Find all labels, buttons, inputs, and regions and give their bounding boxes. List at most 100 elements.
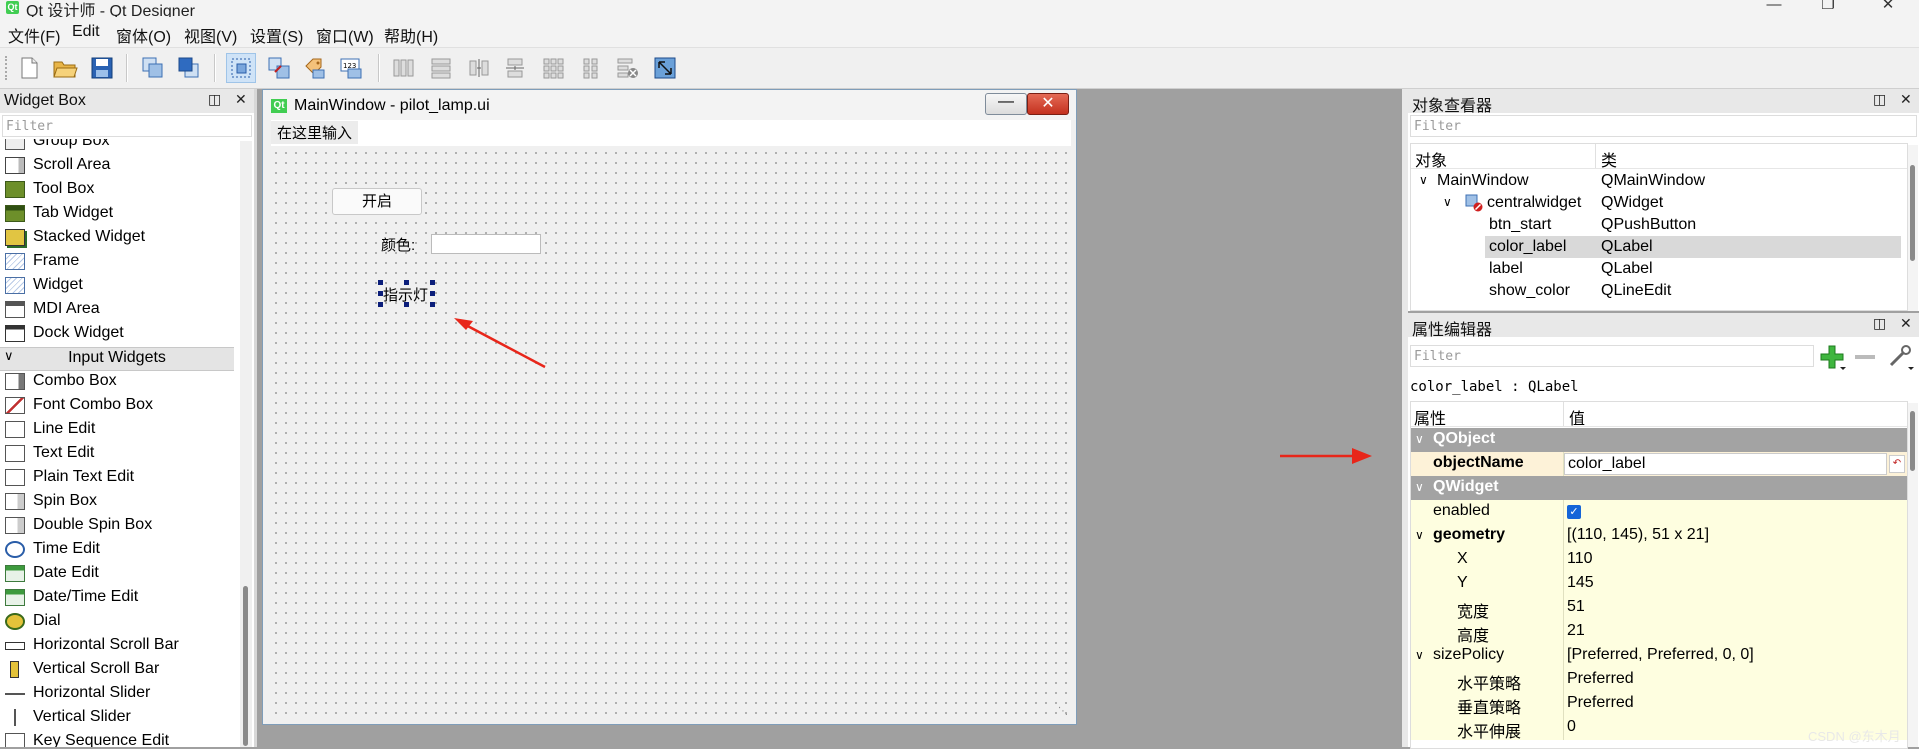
new-file-icon[interactable]	[14, 53, 44, 83]
object-tree-row[interactable]: show_color QLineEdit	[1411, 280, 1911, 302]
property-filter[interactable]: Filter	[1410, 345, 1814, 367]
layout-horizontal-splitter-icon[interactable]	[464, 53, 494, 83]
list-item[interactable]: Widget	[0, 274, 234, 298]
list-item[interactable]: Horizontal Slider	[0, 682, 234, 706]
widget-box-filter[interactable]: Filter	[2, 115, 252, 137]
property-subrow[interactable]: 水平策略 Preferred	[1411, 668, 1907, 693]
form-canvas[interactable]: 开启 颜色: 指示灯	[271, 148, 1071, 718]
color-label[interactable]: 颜色:	[381, 234, 415, 255]
property-row-enabled[interactable]: enabled ✓	[1411, 500, 1907, 524]
close-icon[interactable]: ✕	[1900, 91, 1912, 108]
column-header-value[interactable]: 值	[1569, 405, 1585, 429]
property-subrow[interactable]: 高度 21	[1411, 620, 1907, 645]
close-icon[interactable]: ✕	[235, 91, 247, 108]
list-item[interactable]: MDI Area	[0, 298, 234, 322]
resize-handle[interactable]	[404, 280, 409, 285]
property-value[interactable]: 110	[1567, 550, 1593, 568]
minimize-icon[interactable]: —	[985, 93, 1027, 115]
layout-vertical-icon[interactable]	[426, 53, 456, 83]
property-tree-scrollbar[interactable]	[1908, 403, 1918, 747]
object-tree-scrollbar[interactable]	[1908, 145, 1918, 311]
property-subrow[interactable]: 宽度 51	[1411, 596, 1907, 621]
list-item[interactable]: Time Edit	[0, 538, 234, 562]
resize-handle[interactable]	[378, 302, 383, 307]
list-item[interactable]: Tool Box	[0, 178, 234, 202]
layout-form-icon[interactable]	[576, 53, 606, 83]
collapse-arrow-icon[interactable]: ∨	[1419, 173, 1428, 187]
property-subrow[interactable]: Y 145	[1411, 572, 1907, 596]
column-header-object[interactable]: 对象	[1415, 147, 1447, 171]
list-item[interactable]: Text Edit	[0, 442, 234, 466]
close-icon[interactable]: ✕	[1900, 315, 1912, 332]
collapse-arrow-icon[interactable]: ∨	[1415, 432, 1424, 446]
scrollbar-thumb[interactable]	[1910, 165, 1915, 261]
menu-edit[interactable]: Edit	[72, 23, 100, 41]
size-grip-icon[interactable]: ⋱	[1058, 706, 1068, 717]
close-icon[interactable]: ✕	[1868, 0, 1908, 16]
list-item[interactable]: Scroll Area	[0, 154, 234, 178]
close-icon[interactable]: ✕	[1027, 93, 1069, 115]
widget-box-scrollbar[interactable]	[240, 141, 252, 747]
menu-settings[interactable]: 设置(S)	[250, 23, 303, 47]
menu-type-here[interactable]: 在这里输入	[271, 121, 359, 144]
list-item[interactable]: Stacked Widget	[0, 226, 234, 250]
list-item[interactable]: Plain Text Edit	[0, 466, 234, 490]
send-to-back-icon[interactable]	[138, 53, 168, 83]
dock-splitter[interactable]	[254, 89, 257, 747]
remove-dynamic-property-icon[interactable]	[1852, 343, 1880, 371]
start-button[interactable]: 开启	[332, 188, 422, 215]
property-group-qobject[interactable]: ∨ QObject	[1411, 428, 1907, 452]
list-item[interactable]: Dial	[0, 610, 234, 634]
property-row-geometry[interactable]: ∨ geometry [(110, 145), 51 x 21]	[1411, 524, 1907, 548]
resize-handle[interactable]	[430, 302, 435, 307]
resize-handle[interactable]	[430, 291, 435, 296]
resize-handle[interactable]	[430, 280, 435, 285]
list-item[interactable]: Group Box	[0, 139, 234, 154]
property-row-sizepolicy[interactable]: ∨ sizePolicy [Preferred, Preferred, 0, 0…	[1411, 644, 1907, 668]
edit-signals-slots-icon[interactable]	[264, 53, 294, 83]
toolbar-handle[interactable]	[5, 56, 11, 80]
float-icon[interactable]: ◫	[208, 91, 221, 108]
list-item[interactable]: Vertical Slider	[0, 706, 234, 730]
layout-grid-icon[interactable]	[538, 53, 568, 83]
list-item[interactable]: Dock Widget	[0, 322, 234, 346]
scrollbar-thumb[interactable]	[243, 586, 248, 746]
list-item[interactable]: Line Edit	[0, 418, 234, 442]
category-input-widgets[interactable]: ∨ Input Widgets	[0, 347, 234, 371]
enabled-checkbox[interactable]: ✓	[1567, 505, 1581, 519]
list-item[interactable]: Key Sequence Edit	[0, 730, 234, 747]
reset-icon[interactable]: ↶	[1889, 455, 1905, 473]
list-item[interactable]: Tab Widget	[0, 202, 234, 226]
float-icon[interactable]: ◫	[1873, 91, 1886, 108]
restore-icon[interactable]: ❐	[1808, 0, 1848, 16]
scrollbar-thumb[interactable]	[1910, 411, 1915, 471]
property-value[interactable]: Preferred	[1567, 694, 1634, 712]
edit-buddies-icon[interactable]	[300, 53, 330, 83]
list-item[interactable]: Date Edit	[0, 562, 234, 586]
add-dynamic-property-icon[interactable]	[1818, 343, 1846, 371]
list-item[interactable]: Spin Box	[0, 490, 234, 514]
collapse-arrow-icon[interactable]: ∨	[1415, 648, 1424, 662]
object-tree-row[interactable]: ∨ MainWindow QMainWindow	[1411, 170, 1911, 192]
object-name-input[interactable]: color_label	[1564, 453, 1887, 475]
object-tree-row[interactable]: color_label QLabel	[1411, 236, 1911, 258]
property-value[interactable]: 145	[1567, 574, 1594, 592]
object-tree-row[interactable]: btn_start QPushButton	[1411, 214, 1911, 236]
collapse-arrow-icon[interactable]: ∨	[1415, 528, 1424, 542]
column-header-class[interactable]: 类	[1601, 147, 1617, 171]
menu-file[interactable]: 文件(F)	[8, 23, 60, 47]
list-item[interactable]: Double Spin Box	[0, 514, 234, 538]
list-item[interactable]: Combo Box	[0, 370, 234, 394]
list-item[interactable]: Date/Time Edit	[0, 586, 234, 610]
collapse-arrow-icon[interactable]: ∨	[1443, 195, 1452, 209]
object-filter[interactable]: Filter	[1410, 115, 1917, 137]
layout-horizontal-icon[interactable]	[388, 53, 418, 83]
configure-wrench-icon[interactable]	[1886, 343, 1914, 371]
minimize-icon[interactable]: —	[1754, 0, 1794, 16]
menu-view[interactable]: 视图(V)	[184, 23, 237, 47]
resize-handle[interactable]	[378, 280, 383, 285]
show-color-input[interactable]	[431, 234, 541, 254]
float-icon[interactable]: ◫	[1873, 315, 1886, 332]
break-layout-icon[interactable]	[612, 53, 642, 83]
open-folder-icon[interactable]	[50, 53, 80, 83]
